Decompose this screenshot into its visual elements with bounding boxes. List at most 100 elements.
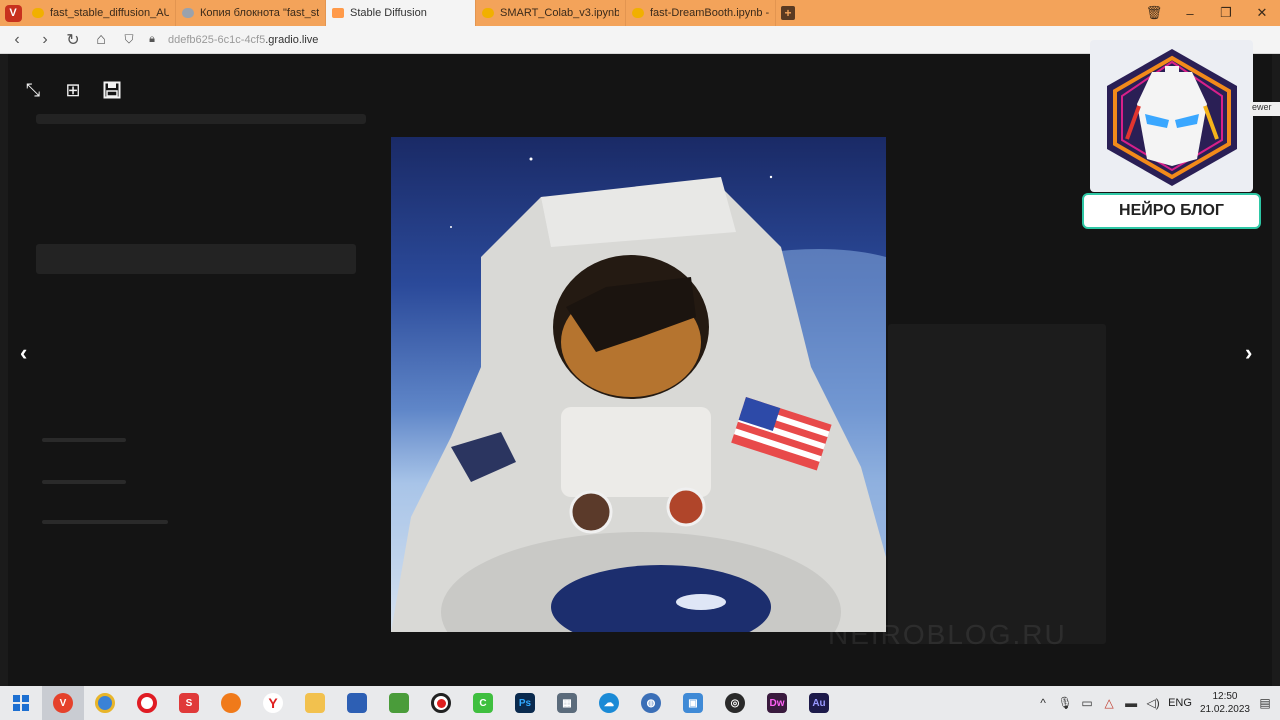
back-button[interactable]: ‹: [6, 29, 28, 51]
taskbar-photoshop[interactable]: Ps: [504, 686, 546, 720]
shield-icon[interactable]: ⛉: [118, 29, 140, 51]
url-field[interactable]: ddefb625-6c1c-4cf5.gradio.live: [168, 34, 318, 46]
image-editor-icon: [389, 693, 409, 713]
save-icon[interactable]: [101, 79, 123, 101]
next-image-arrow[interactable]: ›: [1245, 340, 1252, 366]
vivaldi-logo-icon: V: [4, 4, 22, 22]
colab-icon: [632, 8, 644, 18]
background-panel: [36, 244, 356, 274]
record-icon: [431, 693, 451, 713]
taskbar-camtasia[interactable]: C: [462, 686, 504, 720]
camtasia-icon: C: [473, 693, 493, 713]
tab-title: Копия блокнота "fast_stab: [200, 7, 319, 19]
channel-logo: [1090, 40, 1253, 192]
network-warning-icon[interactable]: △: [1102, 696, 1116, 710]
chevron-up-icon[interactable]: ^: [1036, 696, 1050, 710]
channel-name-badge: НЕЙРО БЛОГ: [1082, 193, 1261, 229]
grid-view-icon[interactable]: ⊞: [62, 79, 84, 101]
tooltip-fragment: ewer: [1250, 102, 1280, 116]
dreamweaver-icon: Dw: [767, 693, 787, 713]
taskbar-firefox[interactable]: [210, 686, 252, 720]
background-slider: [42, 520, 168, 524]
language-indicator[interactable]: ENG: [1168, 697, 1192, 709]
background-slider: [42, 438, 126, 442]
taskbar-app-doc[interactable]: [336, 686, 378, 720]
taskbar-recorder[interactable]: [420, 686, 462, 720]
address-bar: ‹ › ↻ ⌂ ⛉ 🔒︎ ddefb625-6c1c-4cf5.gradio.l…: [0, 26, 1280, 54]
colab-icon: [482, 8, 494, 18]
lock-icon: 🔒︎: [149, 33, 155, 45]
url-host: ddefb625-6c1c-4cf5: [168, 33, 266, 46]
close-button[interactable]: ✕: [1244, 0, 1280, 26]
new-tab-button[interactable]: +: [776, 0, 800, 26]
tab-notebook-copy[interactable]: Копия блокнота "fast_stab: [176, 0, 326, 26]
volume-icon[interactable]: ◁): [1146, 696, 1160, 710]
display-icon[interactable]: ▭: [1080, 696, 1094, 710]
globe-icon: ◍: [641, 693, 661, 713]
chrome-icon: [95, 693, 115, 713]
battery-icon[interactable]: ▬: [1124, 696, 1138, 710]
firefox-icon: [221, 693, 241, 713]
microphone-icon[interactable]: 🎙︎: [1057, 696, 1072, 710]
taskbar-obs[interactable]: ◎: [714, 686, 756, 720]
forward-button[interactable]: ›: [34, 29, 56, 51]
taskbar-app-cloud[interactable]: ☁: [588, 686, 630, 720]
photoshop-icon: Ps: [515, 693, 535, 713]
minimize-button[interactable]: –: [1172, 0, 1208, 26]
tab-stable-diffusion[interactable]: Stable Diffusion: [326, 0, 476, 26]
vivaldi-icon: V: [53, 693, 73, 713]
drive-icon: [182, 8, 194, 18]
clock-date: 21.02.2023: [1199, 704, 1250, 715]
taskbar-audition[interactable]: Au: [798, 686, 840, 720]
maximize-button[interactable]: ❐: [1208, 0, 1244, 26]
tab-title: SMART_Colab_v3.ipynb - C: [500, 7, 619, 19]
taskbar-opera[interactable]: [126, 686, 168, 720]
background-output-image: [888, 324, 1106, 644]
taskbar-store[interactable]: ▣: [672, 686, 714, 720]
system-tray: ^ 🎙︎ ▭ △ ▬ ◁) ENG 12:50 21.02.2023 ▤: [1036, 690, 1280, 716]
generated-image-astronaut[interactable]: [391, 137, 886, 632]
obs-icon: ◎: [725, 693, 745, 713]
browser-menu-button[interactable]: V: [0, 0, 26, 26]
windows-logo-icon: [13, 695, 29, 711]
taskbar-app-image[interactable]: [378, 686, 420, 720]
taskbar-explorer[interactable]: [294, 686, 336, 720]
calculator-icon: ▦: [557, 693, 577, 713]
cloud-icon: ☁: [599, 693, 619, 713]
window-controls: 🗑 – ❐ ✕: [1136, 0, 1280, 26]
colab-icon: [32, 8, 44, 18]
yandex-icon: Y: [263, 693, 283, 713]
url-domain: .gradio.live: [265, 33, 319, 46]
tab-title: fast-DreamBooth.ipynb - C: [650, 7, 769, 19]
opera-icon: [137, 693, 157, 713]
document-icon: [347, 693, 367, 713]
windows-taskbar: V S Y C Ps ▦ ☁ ◍ ▣ ◎ Dw Au ^ 🎙︎ ▭ △ ▬ ◁)…: [0, 686, 1280, 720]
taskbar-vivaldi[interactable]: V: [42, 686, 84, 720]
plus-icon: +: [781, 6, 795, 20]
background-slider: [42, 480, 126, 484]
taskbar-calculator[interactable]: ▦: [546, 686, 588, 720]
taskbar-dreamweaver[interactable]: Dw: [756, 686, 798, 720]
previous-image-arrow[interactable]: ‹: [20, 340, 27, 366]
clock[interactable]: 12:50 21.02.2023: [1200, 690, 1250, 716]
browser-tab-strip: V fast_stable_diffusion_AUTO Копия блокн…: [0, 0, 1280, 26]
folder-icon: [305, 693, 325, 713]
tab-smart-colab[interactable]: SMART_Colab_v3.ipynb - C: [476, 0, 626, 26]
taskbar-app-globe[interactable]: ◍: [630, 686, 672, 720]
s-app-icon: S: [179, 693, 199, 713]
tab-fast-stable-diffusion[interactable]: fast_stable_diffusion_AUTO: [26, 0, 176, 26]
audition-icon: Au: [809, 693, 829, 713]
taskbar-chrome[interactable]: [84, 686, 126, 720]
tab-title: Stable Diffusion: [350, 7, 427, 19]
trash-icon[interactable]: 🗑: [1136, 0, 1172, 26]
tab-fast-dreambooth[interactable]: fast-DreamBooth.ipynb - C: [626, 0, 776, 26]
fullscreen-toggle-icon[interactable]: ⤡: [22, 79, 44, 101]
taskbar-app-s[interactable]: S: [168, 686, 210, 720]
reload-button[interactable]: ↻: [62, 29, 84, 51]
start-button[interactable]: [0, 695, 42, 711]
home-button[interactable]: ⌂: [90, 29, 112, 51]
store-icon: ▣: [683, 693, 703, 713]
notifications-icon[interactable]: ▤: [1258, 696, 1272, 710]
gradio-icon: [332, 8, 344, 18]
taskbar-yandex[interactable]: Y: [252, 686, 294, 720]
